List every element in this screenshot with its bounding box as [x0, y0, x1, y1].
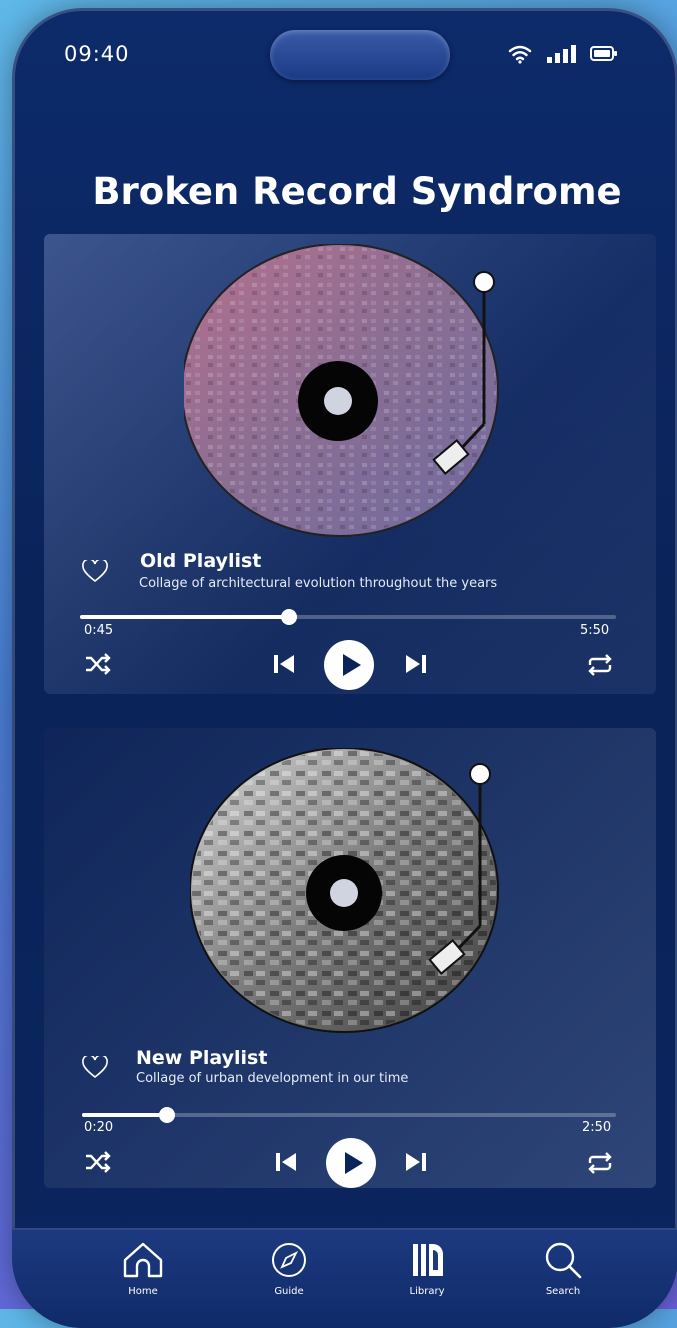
nav-library[interactable]: Library: [387, 1240, 467, 1297]
progress-knob[interactable]: [159, 1107, 176, 1123]
play-icon[interactable]: [324, 640, 374, 690]
heart-icon[interactable]: [82, 1056, 108, 1080]
nav-library-label: Library: [409, 1286, 445, 1297]
nav-search-label: Search: [545, 1286, 581, 1297]
search-icon: [545, 1242, 582, 1279]
page-title: Broken Record Syndrome: [92, 170, 622, 213]
library-icon: [413, 1244, 443, 1276]
elapsed-time: 0:45: [84, 623, 114, 638]
home-icon: [123, 1242, 163, 1278]
playlist-card-new: New Playlist Collage of urban developmen…: [44, 728, 656, 1188]
progress-fill: [80, 615, 290, 619]
bottom-nav: Home Guide Library Search: [12, 1228, 677, 1328]
next-icon[interactable]: [404, 1150, 428, 1174]
repeat-icon[interactable]: [586, 654, 614, 676]
battery-icon: [590, 46, 617, 61]
nav-home-label: Home: [128, 1286, 158, 1297]
progress-fill: [82, 1113, 168, 1117]
progress-knob[interactable]: [281, 609, 298, 625]
shuffle-icon[interactable]: [84, 1150, 112, 1174]
wifi-icon: [508, 45, 532, 64]
heart-icon[interactable]: [82, 560, 108, 584]
play-icon[interactable]: [326, 1138, 376, 1188]
playlist-description: Collage of architectural evolution throu…: [139, 576, 498, 591]
vinyl-record-new: [190, 748, 499, 1033]
nav-search[interactable]: Search: [523, 1240, 603, 1297]
previous-icon[interactable]: [272, 652, 296, 676]
compass-icon: [272, 1243, 306, 1277]
total-duration: 5:50: [580, 623, 610, 638]
repeat-icon[interactable]: [586, 1152, 614, 1174]
status-time: 09:40: [64, 42, 130, 66]
previous-icon[interactable]: [274, 1150, 298, 1174]
dynamic-island: [270, 30, 450, 80]
vinyl-record-old: [184, 244, 499, 537]
elapsed-time: 0:20: [84, 1120, 114, 1135]
playlist-description: Collage of urban development in our time: [136, 1071, 409, 1086]
shuffle-icon[interactable]: [84, 652, 112, 676]
progress-bar[interactable]: [80, 609, 616, 625]
playlist-title: New Playlist: [136, 1047, 268, 1069]
status-icons: [508, 44, 618, 64]
progress-bar[interactable]: [82, 1107, 616, 1123]
nav-home[interactable]: Home: [103, 1240, 183, 1297]
nav-guide[interactable]: Guide: [249, 1240, 329, 1297]
next-icon[interactable]: [404, 652, 428, 676]
signal-icon: [547, 45, 576, 63]
playlist-title: Old Playlist: [140, 550, 262, 572]
nav-guide-label: Guide: [274, 1286, 304, 1297]
playlist-card-old: Old Playlist Collage of architectural ev…: [44, 234, 656, 694]
total-duration: 2:50: [582, 1120, 612, 1135]
phone-frame: 09:40 Broken Record Syndrome Old Playlis…: [12, 8, 677, 1328]
